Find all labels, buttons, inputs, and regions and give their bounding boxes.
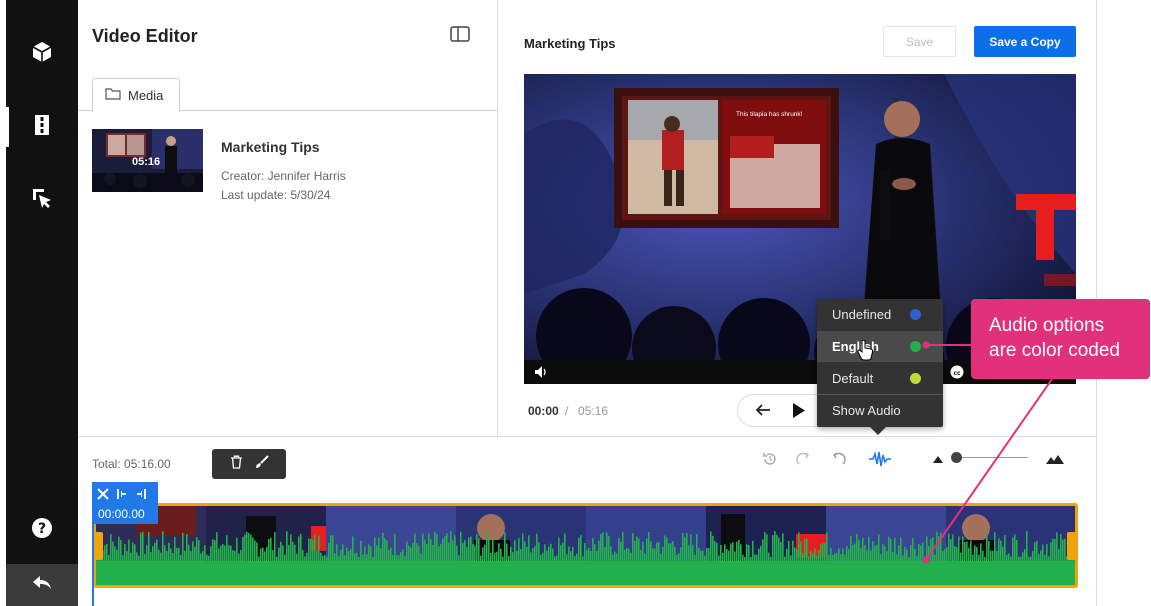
save-button[interactable]: Save xyxy=(883,26,956,57)
mountain-small-icon[interactable] xyxy=(932,449,944,469)
media-last-update: Last update: 5/30/24 xyxy=(221,188,331,202)
timeline-divider xyxy=(78,436,1096,437)
audio-option-label: Default xyxy=(832,371,874,386)
menu-pointer xyxy=(869,426,887,435)
left-rail: ? xyxy=(6,0,78,606)
film-icon xyxy=(35,114,49,140)
audio-options-menu: Undefined English Default Show Audio xyxy=(817,299,943,435)
rail-select-button[interactable] xyxy=(6,180,78,220)
cursor-select-icon xyxy=(31,187,53,214)
cc-icon[interactable]: cc xyxy=(950,365,964,384)
save-copy-button[interactable]: Save a Copy xyxy=(974,26,1076,57)
media-creator: Creator: Jennifer Harris xyxy=(221,169,346,183)
svg-text:?: ? xyxy=(38,521,46,537)
tab-media-label: Media xyxy=(128,87,164,103)
time-total: 05:16 xyxy=(578,404,609,418)
time-separator: / xyxy=(565,404,569,418)
slide-caption: This tilapia has shrunk! xyxy=(736,111,803,118)
svg-text:cc: cc xyxy=(953,370,961,377)
cube-icon xyxy=(32,41,52,68)
hand-cursor-icon xyxy=(857,339,875,364)
clip-start-handle[interactable] xyxy=(94,532,103,560)
trim-end-icon[interactable] xyxy=(135,487,147,505)
media-panel: Video Editor Media 05:16 Marketing Tips … xyxy=(78,0,498,436)
help-icon: ? xyxy=(31,517,53,544)
play-icon[interactable] xyxy=(792,402,806,424)
trim-start-icon[interactable] xyxy=(116,487,128,505)
history-icon[interactable] xyxy=(762,449,778,469)
scissors-icon[interactable] xyxy=(97,487,109,505)
audio-color-dot xyxy=(910,373,921,384)
folder-icon xyxy=(105,87,128,103)
tab-media[interactable]: Media xyxy=(92,78,180,112)
rail-film-button[interactable] xyxy=(6,107,78,147)
rail-cube-button[interactable] xyxy=(6,34,78,74)
brush-icon[interactable] xyxy=(255,454,269,474)
back-button[interactable] xyxy=(6,564,78,606)
clip-end-handle[interactable] xyxy=(1067,532,1076,560)
timeline-total: Total: 05:16.00 xyxy=(92,457,171,471)
zoom-slider-handle[interactable] xyxy=(951,452,962,463)
callout-line-2: are color coded xyxy=(989,340,1120,361)
time-current: 00:00 xyxy=(528,404,559,418)
volume-icon[interactable] xyxy=(534,365,548,384)
trim-controls: 00:00.00 xyxy=(92,482,158,524)
preview-title: Marketing Tips xyxy=(524,36,616,51)
annotation-callout: Audio options are color coded xyxy=(971,299,1150,379)
layout-toggle-icon[interactable] xyxy=(450,26,470,47)
waveform-icon[interactable] xyxy=(868,449,892,469)
audio-color-dot xyxy=(910,341,921,352)
callout-line-1: Audio options xyxy=(989,315,1105,336)
undo-icon[interactable] xyxy=(830,449,846,469)
show-audio-label: Show Audio xyxy=(832,403,901,418)
delete-icon[interactable] xyxy=(230,455,243,474)
trim-time: 00:00.00 xyxy=(98,507,145,521)
media-thumbnail[interactable]: 05:16 xyxy=(92,129,203,192)
page-title: Video Editor xyxy=(92,26,198,46)
edit-tools xyxy=(212,449,286,479)
timeline-clip[interactable] xyxy=(93,503,1078,588)
audio-option-label: Undefined xyxy=(832,307,892,322)
media-title[interactable]: Marketing Tips xyxy=(221,139,320,155)
audio-option-default[interactable]: Default xyxy=(817,363,943,394)
rail-help-button[interactable]: ? xyxy=(6,510,78,550)
zoom-slider-track[interactable] xyxy=(956,457,1028,458)
audio-option-english[interactable]: English xyxy=(817,331,943,362)
audio-option-undefined[interactable]: Undefined xyxy=(817,299,943,330)
redo-icon[interactable] xyxy=(796,449,812,469)
audio-color-dot xyxy=(910,309,921,320)
show-audio-option[interactable]: Show Audio xyxy=(817,395,943,426)
mountain-large-icon[interactable] xyxy=(1045,449,1065,469)
arrow-left-icon[interactable] xyxy=(755,403,771,422)
back-icon xyxy=(32,575,52,596)
media-duration: 05:16 xyxy=(132,156,161,168)
